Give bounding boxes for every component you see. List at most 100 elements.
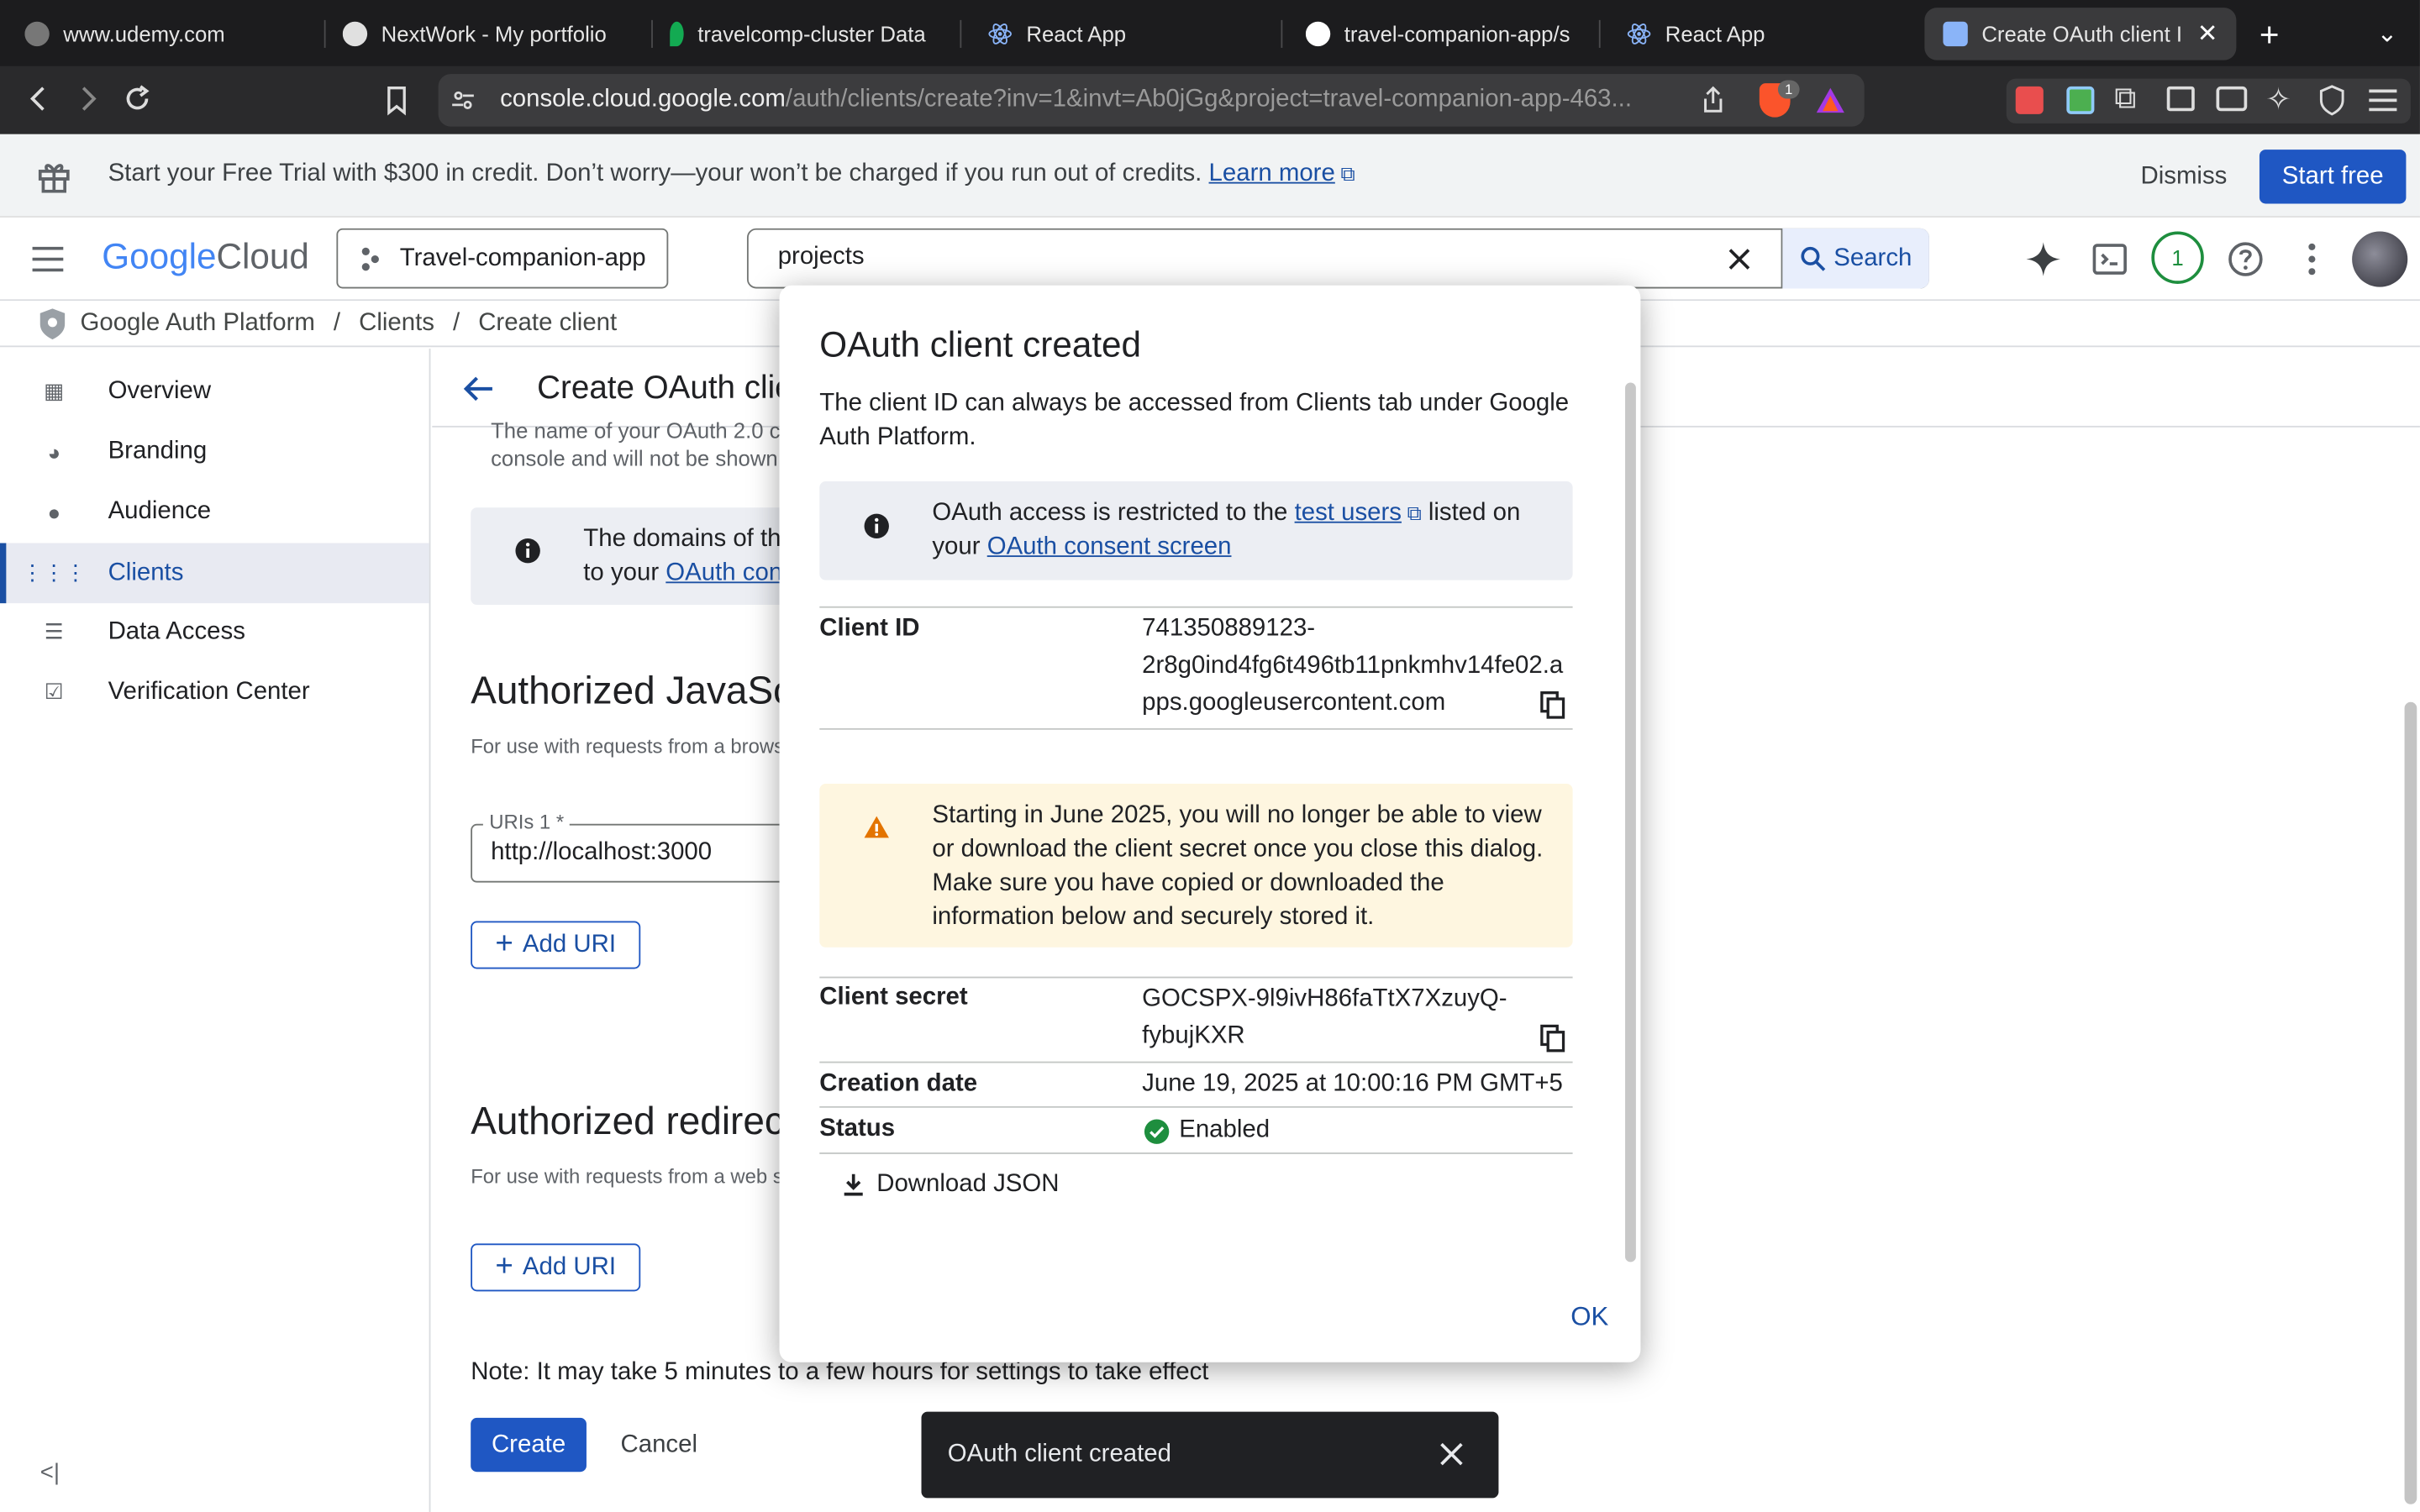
plus-icon: +: [495, 1249, 513, 1284]
search-icon: [1801, 245, 1826, 270]
external-link-icon: ⧉: [1334, 161, 1355, 186]
add-uri-label: Add URI: [522, 931, 616, 958]
reload-icon[interactable]: [122, 83, 153, 114]
status-text: Enabled: [1179, 1116, 1270, 1143]
extension-icon-red[interactable]: [2015, 86, 2044, 114]
collapse-sidebar-icon[interactable]: <|: [40, 1460, 60, 1486]
consent-screen-link[interactable]: OAuth consent screen: [987, 533, 1232, 559]
sidebar-item-clients[interactable]: ⋮⋮⋮ Clients: [0, 543, 429, 604]
copy-client-id-icon[interactable]: [1540, 691, 1565, 719]
sidebar-item-audience[interactable]: ● Audience: [0, 481, 429, 542]
avatar[interactable]: [2352, 231, 2408, 287]
chevron-down-icon[interactable]: ⌄: [2377, 18, 2398, 50]
back-arrow-icon[interactable]: [461, 372, 495, 406]
warning-text: Starting in June 2025, you will no longe…: [932, 799, 1543, 935]
dismiss-button[interactable]: Dismiss: [2123, 151, 2244, 203]
oauth-consent-link[interactable]: OAuth cons: [666, 560, 795, 586]
divider: [819, 727, 1573, 730]
divider: [819, 1061, 1573, 1063]
clear-search-icon[interactable]: [1725, 245, 1753, 273]
tab-udemy[interactable]: www.udemy.com: [24, 0, 318, 66]
react-icon: [988, 23, 1012, 44]
info-icon: [863, 512, 891, 540]
download-json-button[interactable]: Download JSON: [839, 1167, 1059, 1204]
breadcrumb-auth-platform[interactable]: Google Auth Platform: [81, 309, 315, 337]
page-title: Create OAuth clie: [537, 370, 793, 407]
sidebar-item-verification-center[interactable]: ☑ Verification Center: [0, 662, 429, 722]
help-icon[interactable]: [2227, 241, 2264, 278]
google-cloud-logo[interactable]: GoogleCloud: [102, 236, 309, 278]
puzzle-icon[interactable]: ⧉: [2114, 81, 2136, 117]
warning-line: or download the client secret once you c…: [932, 836, 1544, 863]
search-value: projects: [777, 244, 865, 270]
gemini-sparkle-icon[interactable]: [2025, 241, 2062, 278]
tab-nextwork[interactable]: NextWork - My portfolio: [342, 0, 645, 66]
breadcrumb-separator: /: [333, 309, 341, 336]
sidebar-item-label: Clients: [108, 559, 184, 586]
start-free-button[interactable]: Start free: [2259, 150, 2407, 204]
tab-label: www.udemy.com: [63, 20, 225, 46]
uri-value: http://localhost:3000: [491, 839, 713, 866]
url-text[interactable]: console.cloud.google.com/auth/clients/cr…: [500, 87, 1673, 114]
menu-icon[interactable]: [2367, 88, 2398, 113]
test-users-link[interactable]: test users: [1295, 500, 1402, 526]
close-snackbar-icon[interactable]: [1439, 1441, 1465, 1467]
add-redirect-uri-button[interactable]: + Add URI: [471, 1243, 641, 1292]
name-help-line: console and will not be shown to: [491, 445, 802, 471]
copy-client-secret-icon[interactable]: [1540, 1024, 1565, 1053]
tab-github[interactable]: travel-companion-app/s: [1305, 0, 1584, 66]
name-help-line: The name of your OAuth 2.0 clie: [491, 417, 802, 444]
search-button-label: Search: [1833, 244, 1912, 271]
bookmark-icon[interactable]: [383, 85, 411, 116]
tab-create-oauth-client[interactable]: Create OAuth client I ✕: [1924, 8, 2237, 60]
client-id-line: pps.googleusercontent.com: [1142, 690, 1446, 717]
cancel-button[interactable]: Cancel: [608, 1418, 710, 1472]
site-settings-icon[interactable]: [450, 88, 475, 113]
search-button[interactable]: Search: [1781, 228, 1929, 289]
hamburger-menu-icon[interactable]: [31, 245, 65, 273]
back-icon[interactable]: [24, 83, 52, 114]
page-scrollbar[interactable]: [2404, 701, 2417, 1504]
sidebar-toggle-icon[interactable]: [2166, 86, 2195, 112]
tab-react-app-1[interactable]: React App: [987, 0, 1265, 66]
sidebar-item-data-access[interactable]: ☰ Data Access: [0, 601, 429, 662]
create-button[interactable]: Create: [471, 1417, 587, 1473]
extension-icon-sheet[interactable]: [2066, 86, 2095, 114]
check-circle-icon: [1144, 1118, 1170, 1143]
learn-more-link[interactable]: Learn more: [1209, 160, 1335, 186]
status-key: Status: [819, 1115, 896, 1142]
browser-tab-strip: www.udemy.com NextWork - My portfolio tr…: [0, 0, 2420, 66]
vpn-shield-icon[interactable]: [2318, 85, 2346, 116]
wallet-icon[interactable]: [2216, 86, 2248, 112]
project-picker-button[interactable]: Travel-companion-app: [336, 228, 669, 289]
ok-button[interactable]: OK: [1559, 1293, 1620, 1342]
dialog-scrollbar[interactable]: [1625, 382, 1636, 1263]
redirect-uris-help: For use with requests from a web s: [471, 1164, 783, 1189]
tab-label: Create OAuth client I: [1981, 21, 2183, 47]
leo-ai-icon[interactable]: ✧: [2265, 81, 2291, 119]
cloud-shell-icon[interactable]: [2092, 242, 2127, 276]
new-tab-icon[interactable]: +: [2260, 15, 2280, 55]
dialog-intro-line: The client ID can always be accessed fro…: [819, 390, 1570, 417]
url-path: /auth/clients/create?inv=1&invt=Ab0jGg&p…: [785, 86, 1633, 113]
brave-rewards-icon[interactable]: [1815, 87, 1846, 114]
breadcrumb-clients[interactable]: Clients: [359, 309, 434, 337]
notifications-badge[interactable]: 1: [2151, 231, 2204, 284]
js-origins-help: For use with requests from a brows: [471, 734, 785, 758]
warning-icon: [863, 815, 891, 839]
add-uri-button[interactable]: + Add URI: [471, 921, 641, 969]
warning-line: Starting in June 2025, you will no longe…: [932, 802, 1542, 829]
logo-google-text: Google: [102, 236, 217, 276]
share-icon[interactable]: [1701, 85, 1725, 116]
tab-mongodb[interactable]: travelcomp-cluster Data: [670, 0, 941, 66]
verified-checkbox-icon: ☑: [44, 679, 64, 704]
tab-react-app-2[interactable]: React App: [1627, 0, 1905, 66]
sidebar-item-branding[interactable]: ◕ Branding: [0, 421, 429, 481]
warning-line: information below and securely stored it…: [932, 904, 1375, 931]
forward-icon[interactable]: [74, 83, 102, 114]
close-tab-icon[interactable]: ✕: [2197, 18, 2218, 50]
info-icon: [514, 537, 542, 564]
more-vert-icon[interactable]: [2306, 242, 2318, 276]
sidebar-item-overview[interactable]: ▦ Overview: [0, 361, 429, 422]
mongodb-leaf-icon: [670, 20, 684, 46]
